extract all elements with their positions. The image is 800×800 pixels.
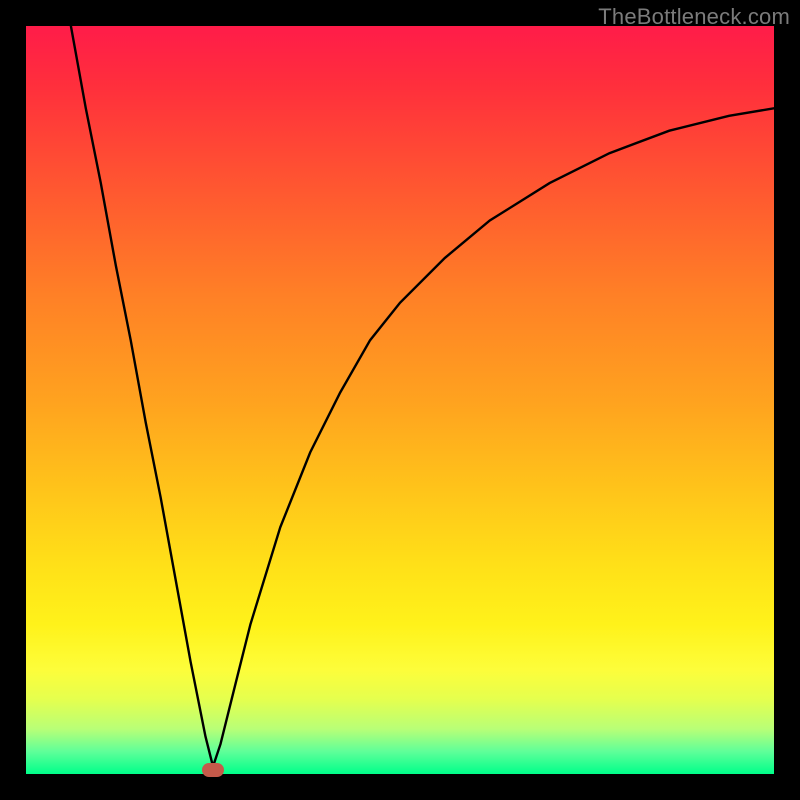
bottleneck-curve: [26, 26, 774, 774]
watermark-text: TheBottleneck.com: [598, 4, 790, 30]
curve-path: [71, 26, 774, 767]
chart-plot-area: [26, 26, 774, 774]
optimum-marker: [202, 763, 224, 777]
